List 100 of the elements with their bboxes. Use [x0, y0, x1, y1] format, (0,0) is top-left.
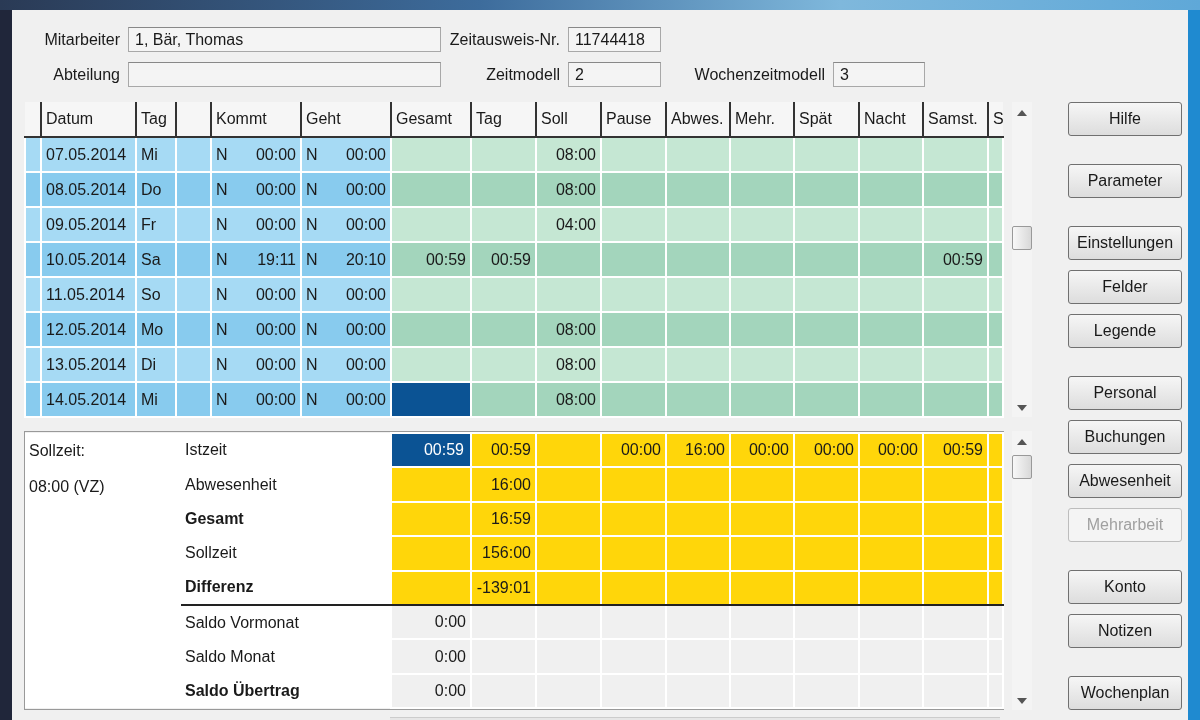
booking-time: 19:11: [257, 249, 296, 270]
action-button[interactable]: Felder: [1068, 270, 1182, 304]
scroll-down-icon[interactable]: [1017, 405, 1027, 411]
action-button[interactable]: Wochenplan: [1068, 676, 1182, 710]
scroll-thumb[interactable]: [1012, 455, 1032, 479]
text-field[interactable]: 1, Bär, Thomas: [128, 27, 441, 52]
booking-time: 00:00: [345, 214, 386, 235]
action-button[interactable]: Abwesenheit: [1068, 464, 1182, 498]
booking-code: N: [306, 354, 318, 375]
booking-code: N: [306, 144, 318, 165]
column-header[interactable]: Abwes.: [666, 102, 730, 137]
target-label: Sollzeit:: [29, 441, 87, 461]
row-label: Sollzeit: [181, 536, 391, 571]
column-header[interactable]: Tag: [471, 102, 536, 137]
field-label: Zeitmodell: [485, 64, 561, 85]
table-cell: 08:00: [536, 137, 601, 172]
scroll-down-icon[interactable]: [1017, 698, 1027, 704]
selected-cell[interactable]: 00:59: [391, 433, 471, 468]
action-button[interactable]: Hilfe: [1068, 102, 1182, 136]
booking-code: N: [306, 179, 318, 200]
booking-time: 00:00: [345, 144, 386, 165]
table-cell: 08:00: [536, 382, 601, 417]
column-header[interactable]: Samst.: [923, 102, 988, 137]
booking-code: N: [306, 249, 318, 270]
column-header[interactable]: Pause: [601, 102, 666, 137]
table-cell: 04:00: [536, 207, 601, 242]
table-cell: 00:00: [794, 433, 859, 468]
booking-code: N: [216, 179, 228, 200]
column-header[interactable]: Datum: [41, 102, 136, 137]
column-header[interactable]: Tag: [136, 102, 176, 137]
booking-time: 00:00: [255, 319, 296, 340]
action-button[interactable]: Parameter: [1068, 164, 1182, 198]
table-cell: 14.05.2014: [41, 382, 136, 417]
table-cell: 08:00: [536, 347, 601, 382]
vertical-scrollbar[interactable]: [1012, 102, 1032, 417]
booking-time: 00:00: [255, 144, 296, 165]
booking-code: N: [306, 214, 318, 235]
row-label: Abwesenheit: [181, 467, 391, 502]
booking-code: N: [306, 284, 318, 305]
text-field[interactable]: 2: [568, 62, 661, 87]
action-button[interactable]: Buchungen: [1068, 420, 1182, 454]
table-cell: 11.05.2014: [41, 277, 136, 312]
table-cell: 16:00: [471, 467, 536, 502]
action-button[interactable]: Einstellungen: [1068, 226, 1182, 260]
booking-time: 00:00: [255, 389, 296, 410]
table-cell: 09.05.2014: [41, 207, 136, 242]
text-field[interactable]: 11744418: [568, 27, 661, 52]
column-header[interactable]: Kommt: [211, 102, 301, 137]
scroll-thumb[interactable]: [1012, 226, 1032, 250]
column-header[interactable]: Mehr.: [730, 102, 794, 137]
table-cell: 00:00: [730, 433, 794, 468]
booking-time: 00:00: [255, 354, 296, 375]
scroll-up-icon[interactable]: [1017, 110, 1027, 116]
booking-code: N: [216, 144, 228, 165]
booking-code: N: [306, 389, 318, 410]
row-label: Saldo Monat: [181, 639, 391, 674]
column-header[interactable]: Nacht: [859, 102, 923, 137]
scroll-up-icon[interactable]: [1017, 439, 1027, 445]
row-label: Saldo Übertrag: [181, 673, 391, 709]
table-cell: 0:00: [391, 673, 471, 709]
action-button[interactable]: Konto: [1068, 570, 1182, 604]
table-cell: 00:00: [601, 433, 666, 468]
booking-time: 00:00: [255, 179, 296, 200]
booking-time: 00:00: [255, 214, 296, 235]
table-cell: 0:00: [391, 604, 471, 640]
text-field[interactable]: 3: [833, 62, 925, 87]
booking-code: N: [216, 284, 228, 305]
target-value: 08:00 (VZ): [29, 477, 106, 497]
action-button[interactable]: Legende: [1068, 314, 1182, 348]
column-header[interactable]: S: [988, 102, 1003, 137]
table-cell: 00:59: [471, 242, 536, 277]
column-header[interactable]: Spät: [794, 102, 859, 137]
vertical-scrollbar[interactable]: [1012, 431, 1032, 710]
column-header[interactable]: Geht: [301, 102, 391, 137]
row-label: Gesamt: [181, 501, 391, 537]
table-cell: 08:00: [536, 312, 601, 347]
table-cell: 16:00: [666, 433, 730, 468]
table-cell: 07.05.2014: [41, 137, 136, 172]
booking-code: N: [216, 249, 228, 270]
booking-time: 00:00: [345, 284, 386, 305]
table-cell: 12.05.2014: [41, 312, 136, 347]
table-cell: 00:00: [859, 433, 923, 468]
field-label: Abteilung: [52, 64, 121, 85]
booking-time: 00:00: [345, 179, 386, 200]
row-label: Differenz: [181, 570, 391, 605]
column-header[interactable]: Soll: [536, 102, 601, 137]
field-label: Wochenzeitmodell: [693, 64, 826, 85]
table-cell: 00:59: [471, 433, 536, 468]
table-cell: 0:00: [391, 639, 471, 674]
booking-code: N: [216, 214, 228, 235]
table-cell: 156:00: [471, 536, 536, 571]
booking-time: 00:00: [345, 319, 386, 340]
booking-code: N: [216, 389, 228, 410]
column-header[interactable]: Gesamt: [391, 102, 471, 137]
action-button[interactable]: Personal: [1068, 376, 1182, 410]
action-button[interactable]: Notizen: [1068, 614, 1182, 648]
booking-code: N: [216, 319, 228, 340]
booking-time: 00:00: [255, 284, 296, 305]
text-field[interactable]: [128, 62, 441, 87]
table-cell: -139:01: [471, 570, 536, 605]
